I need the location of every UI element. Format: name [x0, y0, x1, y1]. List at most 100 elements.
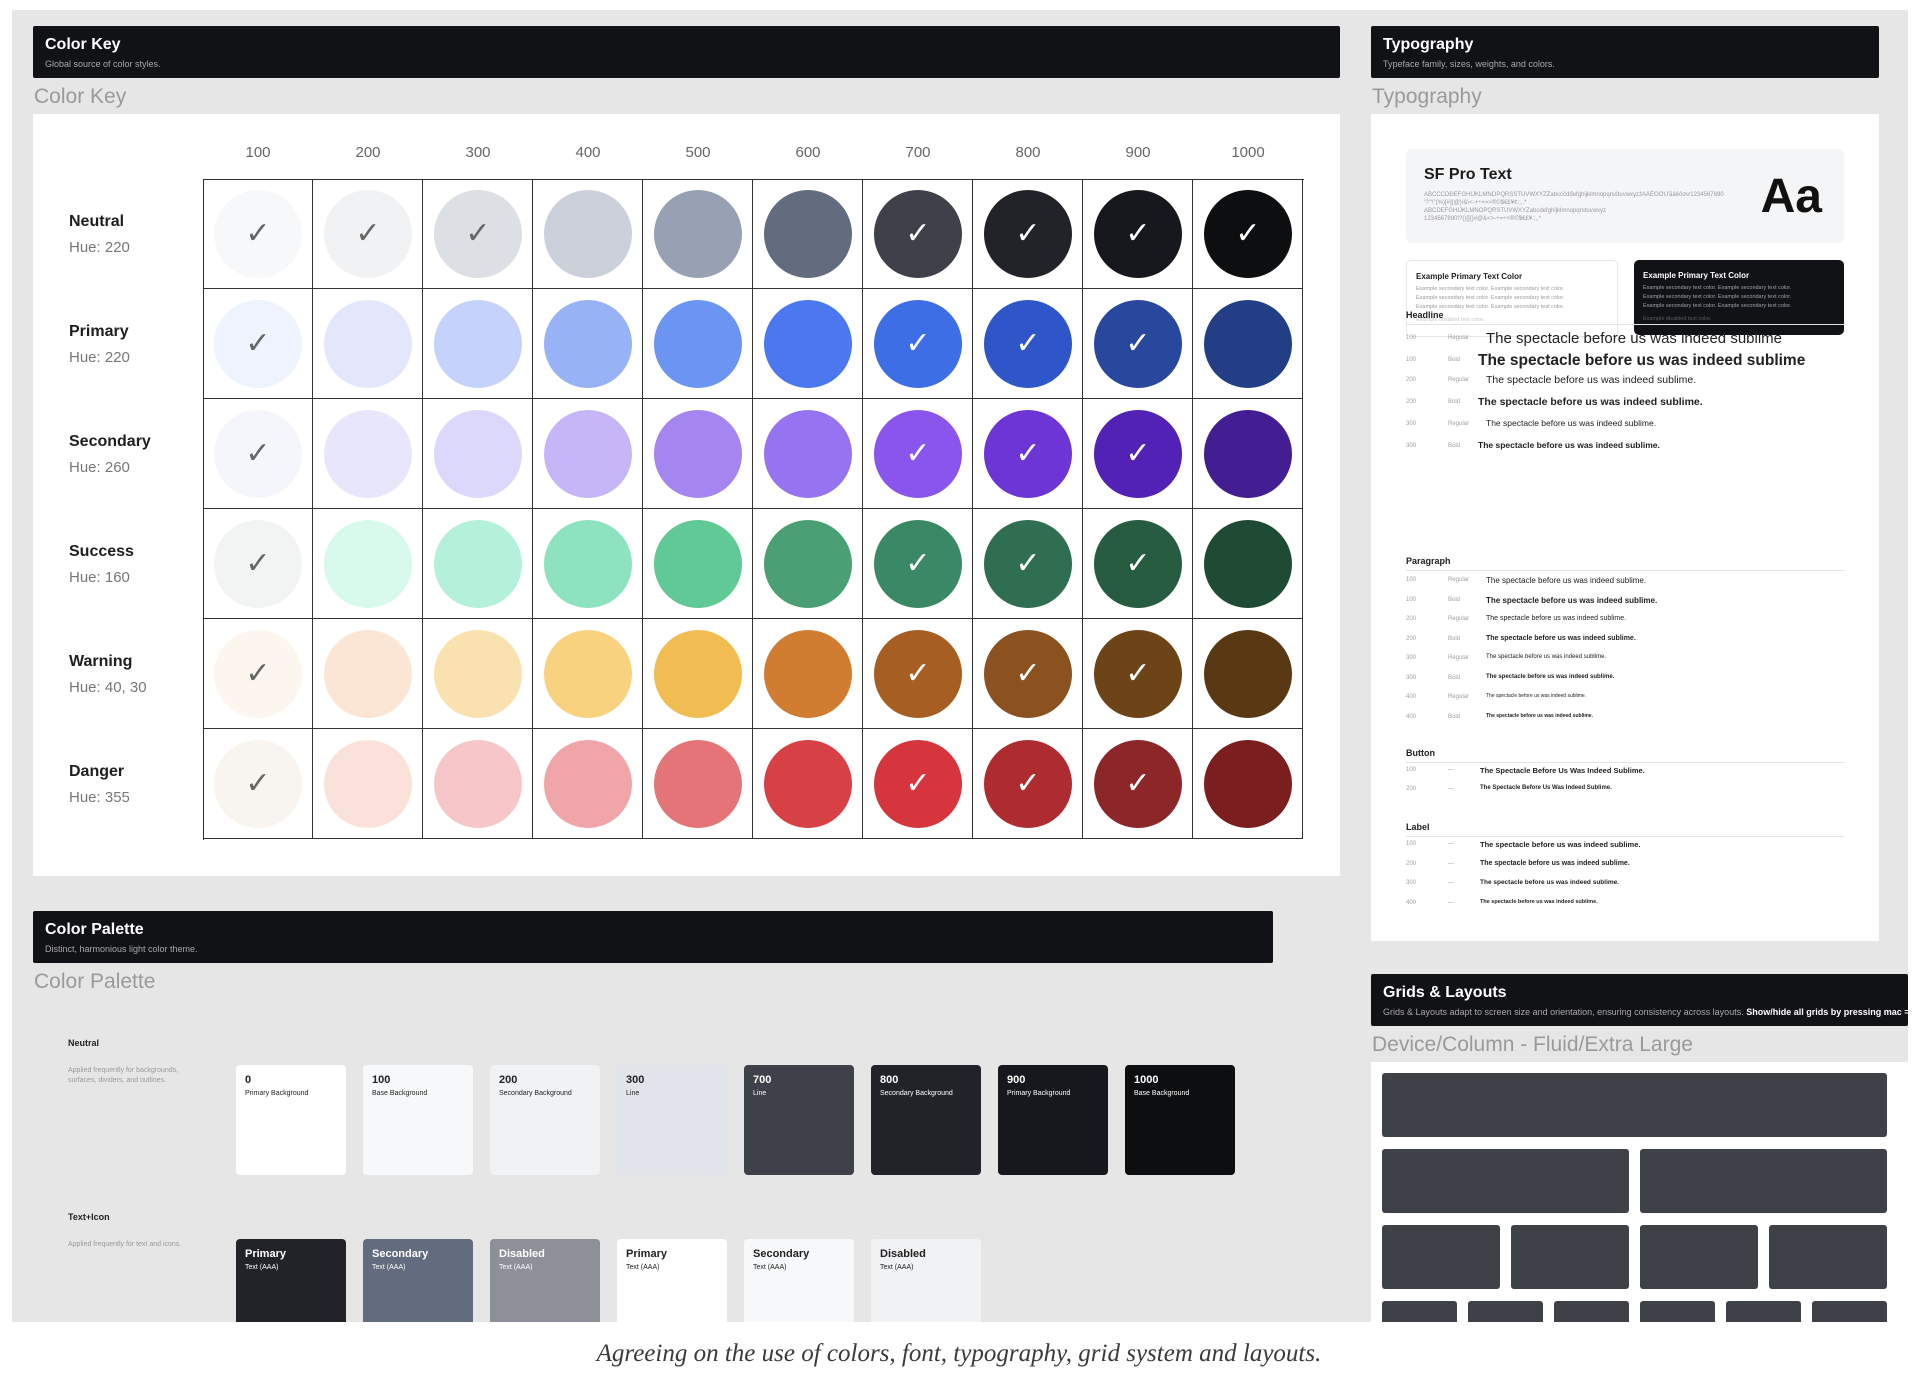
tile-value: Secondary — [372, 1248, 429, 1260]
color-cell — [313, 729, 423, 839]
dark-card-line: Example secondary text color. Example se… — [1643, 294, 1792, 300]
color-swatch: ✓ — [1094, 410, 1182, 498]
color-swatch — [544, 190, 632, 278]
color-swatch — [654, 630, 742, 718]
color-key-section-title: Color Key — [34, 85, 127, 108]
color-family-hue: Hue: 220 — [69, 239, 130, 256]
color-cell — [753, 509, 863, 619]
sample-text: The spectacle before us was indeed subli… — [1486, 576, 1647, 585]
color-key-header: Color Key Global source of color styles. — [33, 26, 1340, 78]
type-sample-row: 100 Regular The spectacle before us was in… — [1406, 330, 1846, 350]
size-token: 300 — [1406, 443, 1417, 449]
tile-label: Secondary Background — [880, 1090, 953, 1097]
palette-tile: 700 Line — [744, 1065, 854, 1175]
color-cell: ✓ — [1193, 179, 1303, 289]
type-sample-row: 200 Regular The spectacle before us was in… — [1406, 374, 1846, 394]
column-header: 700 — [905, 144, 931, 161]
sample-text: The spectacle before us was indeed subli… — [1480, 898, 1598, 905]
tile-value: Primary — [626, 1248, 667, 1260]
color-swatch: ✓ — [984, 520, 1072, 608]
color-cell — [753, 619, 863, 729]
typography-header: Typography Typeface family, sizes, weigh… — [1371, 26, 1879, 78]
tile-label: Base Background — [1134, 1090, 1190, 1097]
color-key-panel: 100 200 300 400 500 600 700 800 900 1000 ✓ ✓ ✓ ✓ ✓ ✓ ✓ ✓ ✓… — [33, 114, 1340, 876]
sample-text: The spectacle before us was indeed subli… — [1486, 654, 1607, 660]
color-cell — [533, 289, 643, 399]
color-cell — [643, 179, 753, 289]
tile-value: 300 — [626, 1074, 645, 1086]
tile-label: Text (AAA) — [372, 1264, 406, 1271]
color-cell — [313, 619, 423, 729]
weight-token: Regular — [1448, 421, 1470, 427]
row-label-success: Success Hue: 160 — [69, 543, 134, 586]
palette-group-desc: Applied frequently for text and icons. — [68, 1241, 182, 1248]
color-swatch — [324, 740, 412, 828]
size-token: 100 — [1406, 767, 1417, 773]
color-swatch: ✓ — [324, 190, 412, 278]
type-sample-row: 100 Regular The spectacle before us was in… — [1406, 576, 1846, 596]
color-cell — [313, 509, 423, 619]
type-sample-row: 100 Bold The spectacle before us was indee… — [1406, 352, 1846, 372]
section-divider — [1406, 836, 1844, 837]
color-swatch: ✓ — [874, 740, 962, 828]
sample-text: The spectacle before us was indeed subli… — [1478, 396, 1703, 408]
check-icon: ✓ — [1015, 436, 1041, 471]
color-cell: ✓ — [203, 179, 313, 289]
color-swatch — [1204, 740, 1292, 828]
color-cell: ✓ — [863, 729, 973, 839]
weight-token: Regular — [1448, 335, 1470, 341]
size-token: 200 — [1406, 616, 1417, 622]
color-family-name: Warning — [69, 653, 133, 670]
typography-section-title: Typography — [1372, 85, 1482, 108]
tile-value: 200 — [499, 1074, 518, 1086]
check-icon: ✓ — [1125, 216, 1151, 251]
color-cell: ✓ — [973, 399, 1083, 509]
tile-label: Line — [753, 1090, 767, 1097]
color-cell: ✓ — [863, 619, 973, 729]
row-label-danger: Danger Hue: 355 — [69, 763, 130, 806]
color-cell — [423, 619, 533, 729]
color-cell — [753, 179, 863, 289]
column-header: 600 — [795, 144, 821, 161]
check-icon: ✓ — [1125, 656, 1151, 691]
check-icon: ✓ — [1015, 546, 1041, 581]
palette-tile: 900 Primary Background — [998, 1065, 1108, 1175]
column-header: 200 — [355, 144, 381, 161]
column-header: 900 — [1125, 144, 1151, 161]
check-icon: ✓ — [1015, 656, 1041, 691]
figure-caption: Agreeing on the use of colors, font, typ… — [596, 1340, 1322, 1367]
size-token: 200 — [1406, 377, 1417, 383]
color-swatch — [544, 520, 632, 608]
check-icon: ✓ — [245, 326, 271, 361]
sample-text: The spectacle before us was indeed subli… — [1486, 418, 1657, 428]
size-token: 200 — [1406, 635, 1417, 642]
color-cell — [1193, 619, 1303, 729]
color-swatch — [654, 740, 742, 828]
color-cell — [1193, 729, 1303, 839]
color-family-hue: Hue: 160 — [69, 569, 130, 586]
grids-header-title: Grids & Layouts — [1383, 984, 1507, 1001]
color-swatch — [764, 300, 852, 388]
size-token: 400 — [1406, 713, 1417, 720]
font-specimen-card: SF Pro Text Aa ABCĆČDĐEFGHIJKLMNOPQRSŠTU… — [1406, 149, 1844, 243]
section-divider — [1406, 762, 1844, 763]
color-swatch: ✓ — [1094, 300, 1182, 388]
color-family-hue: Hue: 355 — [69, 789, 130, 806]
color-cell — [643, 509, 753, 619]
grids-subtitle-bold: Show/hide all grids by pressing mac = co… — [1746, 1007, 1908, 1017]
color-cell — [753, 399, 863, 509]
color-family-name: Primary — [69, 323, 129, 340]
tile-value: 0 — [245, 1074, 252, 1086]
tile-value: Primary — [245, 1248, 286, 1260]
color-swatch — [434, 520, 522, 608]
color-swatch — [434, 740, 522, 828]
color-swatch: ✓ — [984, 740, 1072, 828]
grids-header: Grids & Layouts Grids & Layouts adapt to… — [1371, 974, 1908, 1026]
tile-label: Primary Background — [245, 1090, 309, 1097]
type-section-label: Label — [1406, 822, 1430, 832]
weight-token: — — [1448, 860, 1454, 867]
color-swatch — [324, 520, 412, 608]
check-icon: ✓ — [905, 216, 931, 251]
color-swatch: ✓ — [984, 630, 1072, 718]
tile-label: Line — [626, 1090, 640, 1097]
